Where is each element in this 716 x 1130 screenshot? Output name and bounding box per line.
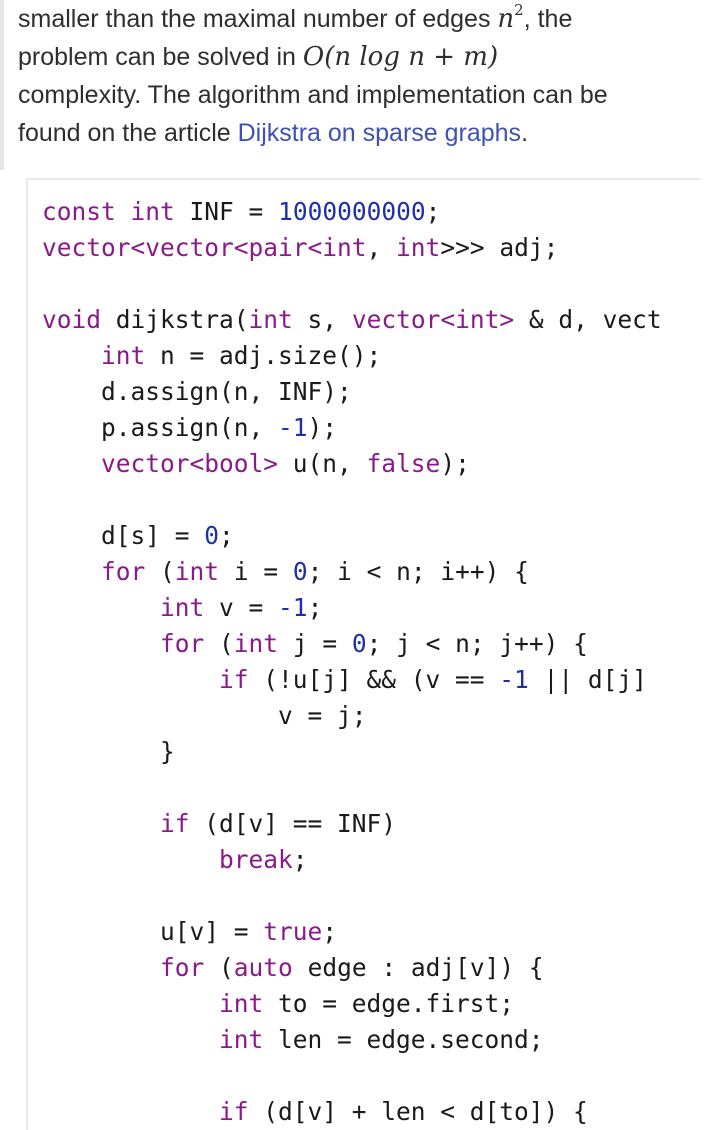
- code-line-26: if (d[v] + len < d[to]) {: [219, 1097, 588, 1126]
- math-complexity: O(n log n + m): [302, 42, 499, 72]
- code-line-13: for (int j = 0; j < n; j++) {: [160, 629, 588, 658]
- code-line-24: int len = edge.second;: [219, 1025, 544, 1054]
- code-line-8: vector<bool> u(n, false);: [101, 449, 470, 478]
- code-line-21: u[v] = true;: [42, 917, 338, 946]
- text-line-4: found on the article Dijkstra on sparse …: [18, 119, 529, 147]
- sparse-graphs-link[interactable]: Dijkstra on sparse graphs: [238, 119, 521, 147]
- code-line-6: d.assign(n, INF);: [42, 377, 352, 406]
- code-line-19: break;: [219, 845, 308, 874]
- math-n-squared: n2: [497, 1, 524, 35]
- code-line-2: vector<vector<pair<int, int>>> adj;: [42, 233, 559, 262]
- code-listing: const int INF = 1000000000; vector<vector…: [28, 180, 700, 1130]
- code-line-18: if (d[v] == INF): [160, 809, 397, 838]
- article-text: smaller than the maximal number of edges…: [18, 0, 708, 152]
- code-line-5: int n = adj.size();: [101, 341, 382, 370]
- code-line-14: if (!u[j] && (v == -1 || d[j]: [219, 665, 647, 694]
- code-line-10: d[s] = 0;: [42, 521, 234, 550]
- code-line-23: int to = edge.first;: [219, 989, 515, 1018]
- code-line-15: v = j;: [42, 701, 367, 730]
- code-block[interactable]: const int INF = 1000000000; vector<vector…: [26, 178, 700, 1130]
- code-line-11: for (int i = 0; i < n; i++) {: [101, 557, 529, 586]
- code-line-4: void dijkstra(int s, vector<int> & d, ve…: [42, 305, 662, 334]
- blockquote-rule: [0, 0, 4, 170]
- text-line-3: complexity. The algorithm and implementa…: [18, 81, 608, 109]
- text-line-2: problem can be solved in O(n log n + m): [18, 42, 499, 72]
- text-line-1: smaller than the maximal number of edges…: [18, 1, 573, 35]
- code-line-22: for (auto edge : adj[v]) {: [160, 953, 544, 982]
- code-line-16: }: [42, 737, 175, 766]
- code-line-7: p.assign(n, -1);: [42, 413, 338, 442]
- code-line-12: int v = -1;: [160, 593, 323, 622]
- code-line-1: const int INF = 1000000000;: [42, 197, 441, 226]
